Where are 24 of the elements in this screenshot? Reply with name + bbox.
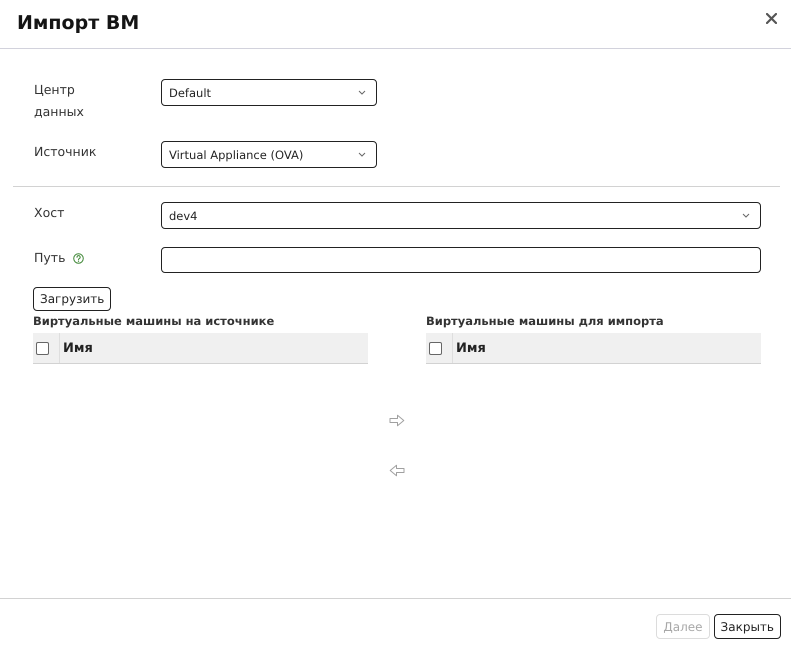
dialog-title: Импорт ВМ — [17, 12, 140, 34]
arrow-left-icon[interactable] — [389, 464, 405, 477]
chevron-down-icon — [358, 152, 366, 157]
chevron-down-icon — [358, 90, 366, 95]
help-icon[interactable] — [73, 252, 84, 264]
chevron-down-icon — [742, 213, 750, 218]
list-title: Виртуальные машины для импорта — [426, 314, 665, 329]
field-label: Путь — [34, 249, 66, 267]
dropdown-field[interactable]: dev4 — [161, 202, 761, 229]
field-label: Центр данных — [34, 81, 85, 121]
select-all-checkbox[interactable] — [429, 342, 442, 354]
close-icon[interactable] — [766, 12, 777, 24]
dropdown-field[interactable]: Virtual Appliance (OVA) — [161, 141, 377, 168]
arrow-right-icon[interactable] — [389, 414, 405, 427]
field-label: Хост — [34, 204, 64, 222]
footer-button[interactable]: Закрыть — [714, 614, 781, 639]
load-button[interactable]: Загрузить — [33, 287, 112, 311]
text-input[interactable] — [161, 247, 761, 273]
field-label: Источник — [34, 143, 96, 161]
column-header[interactable]: Имя — [456, 340, 486, 356]
dropdown-field[interactable]: Default — [161, 79, 377, 106]
select-all-checkbox[interactable] — [36, 342, 49, 354]
list-title: Виртуальные машины на источнике — [33, 314, 276, 329]
column-header[interactable]: Имя — [63, 340, 93, 356]
